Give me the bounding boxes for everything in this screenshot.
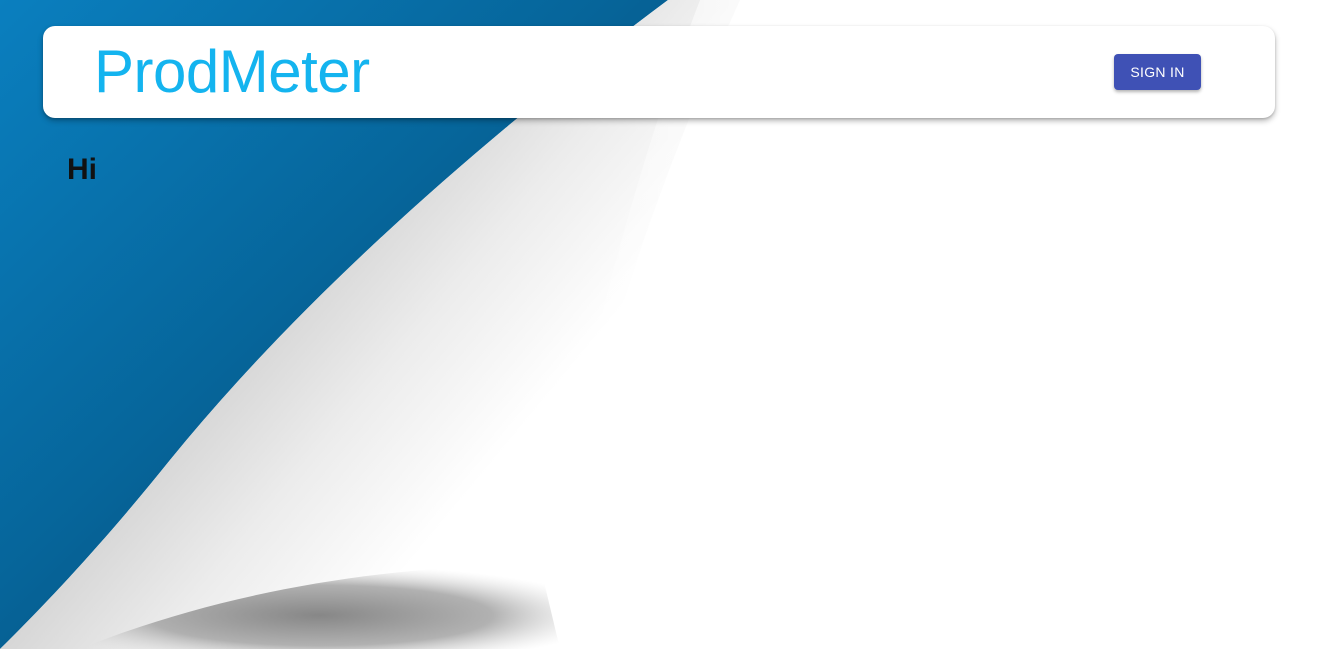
app-bar: ProdMeter SIGN IN (43, 26, 1275, 118)
greeting-heading: Hi (67, 153, 97, 186)
brand-logo[interactable]: ProdMeter (94, 39, 370, 105)
sign-in-button[interactable]: SIGN IN (1114, 54, 1201, 90)
